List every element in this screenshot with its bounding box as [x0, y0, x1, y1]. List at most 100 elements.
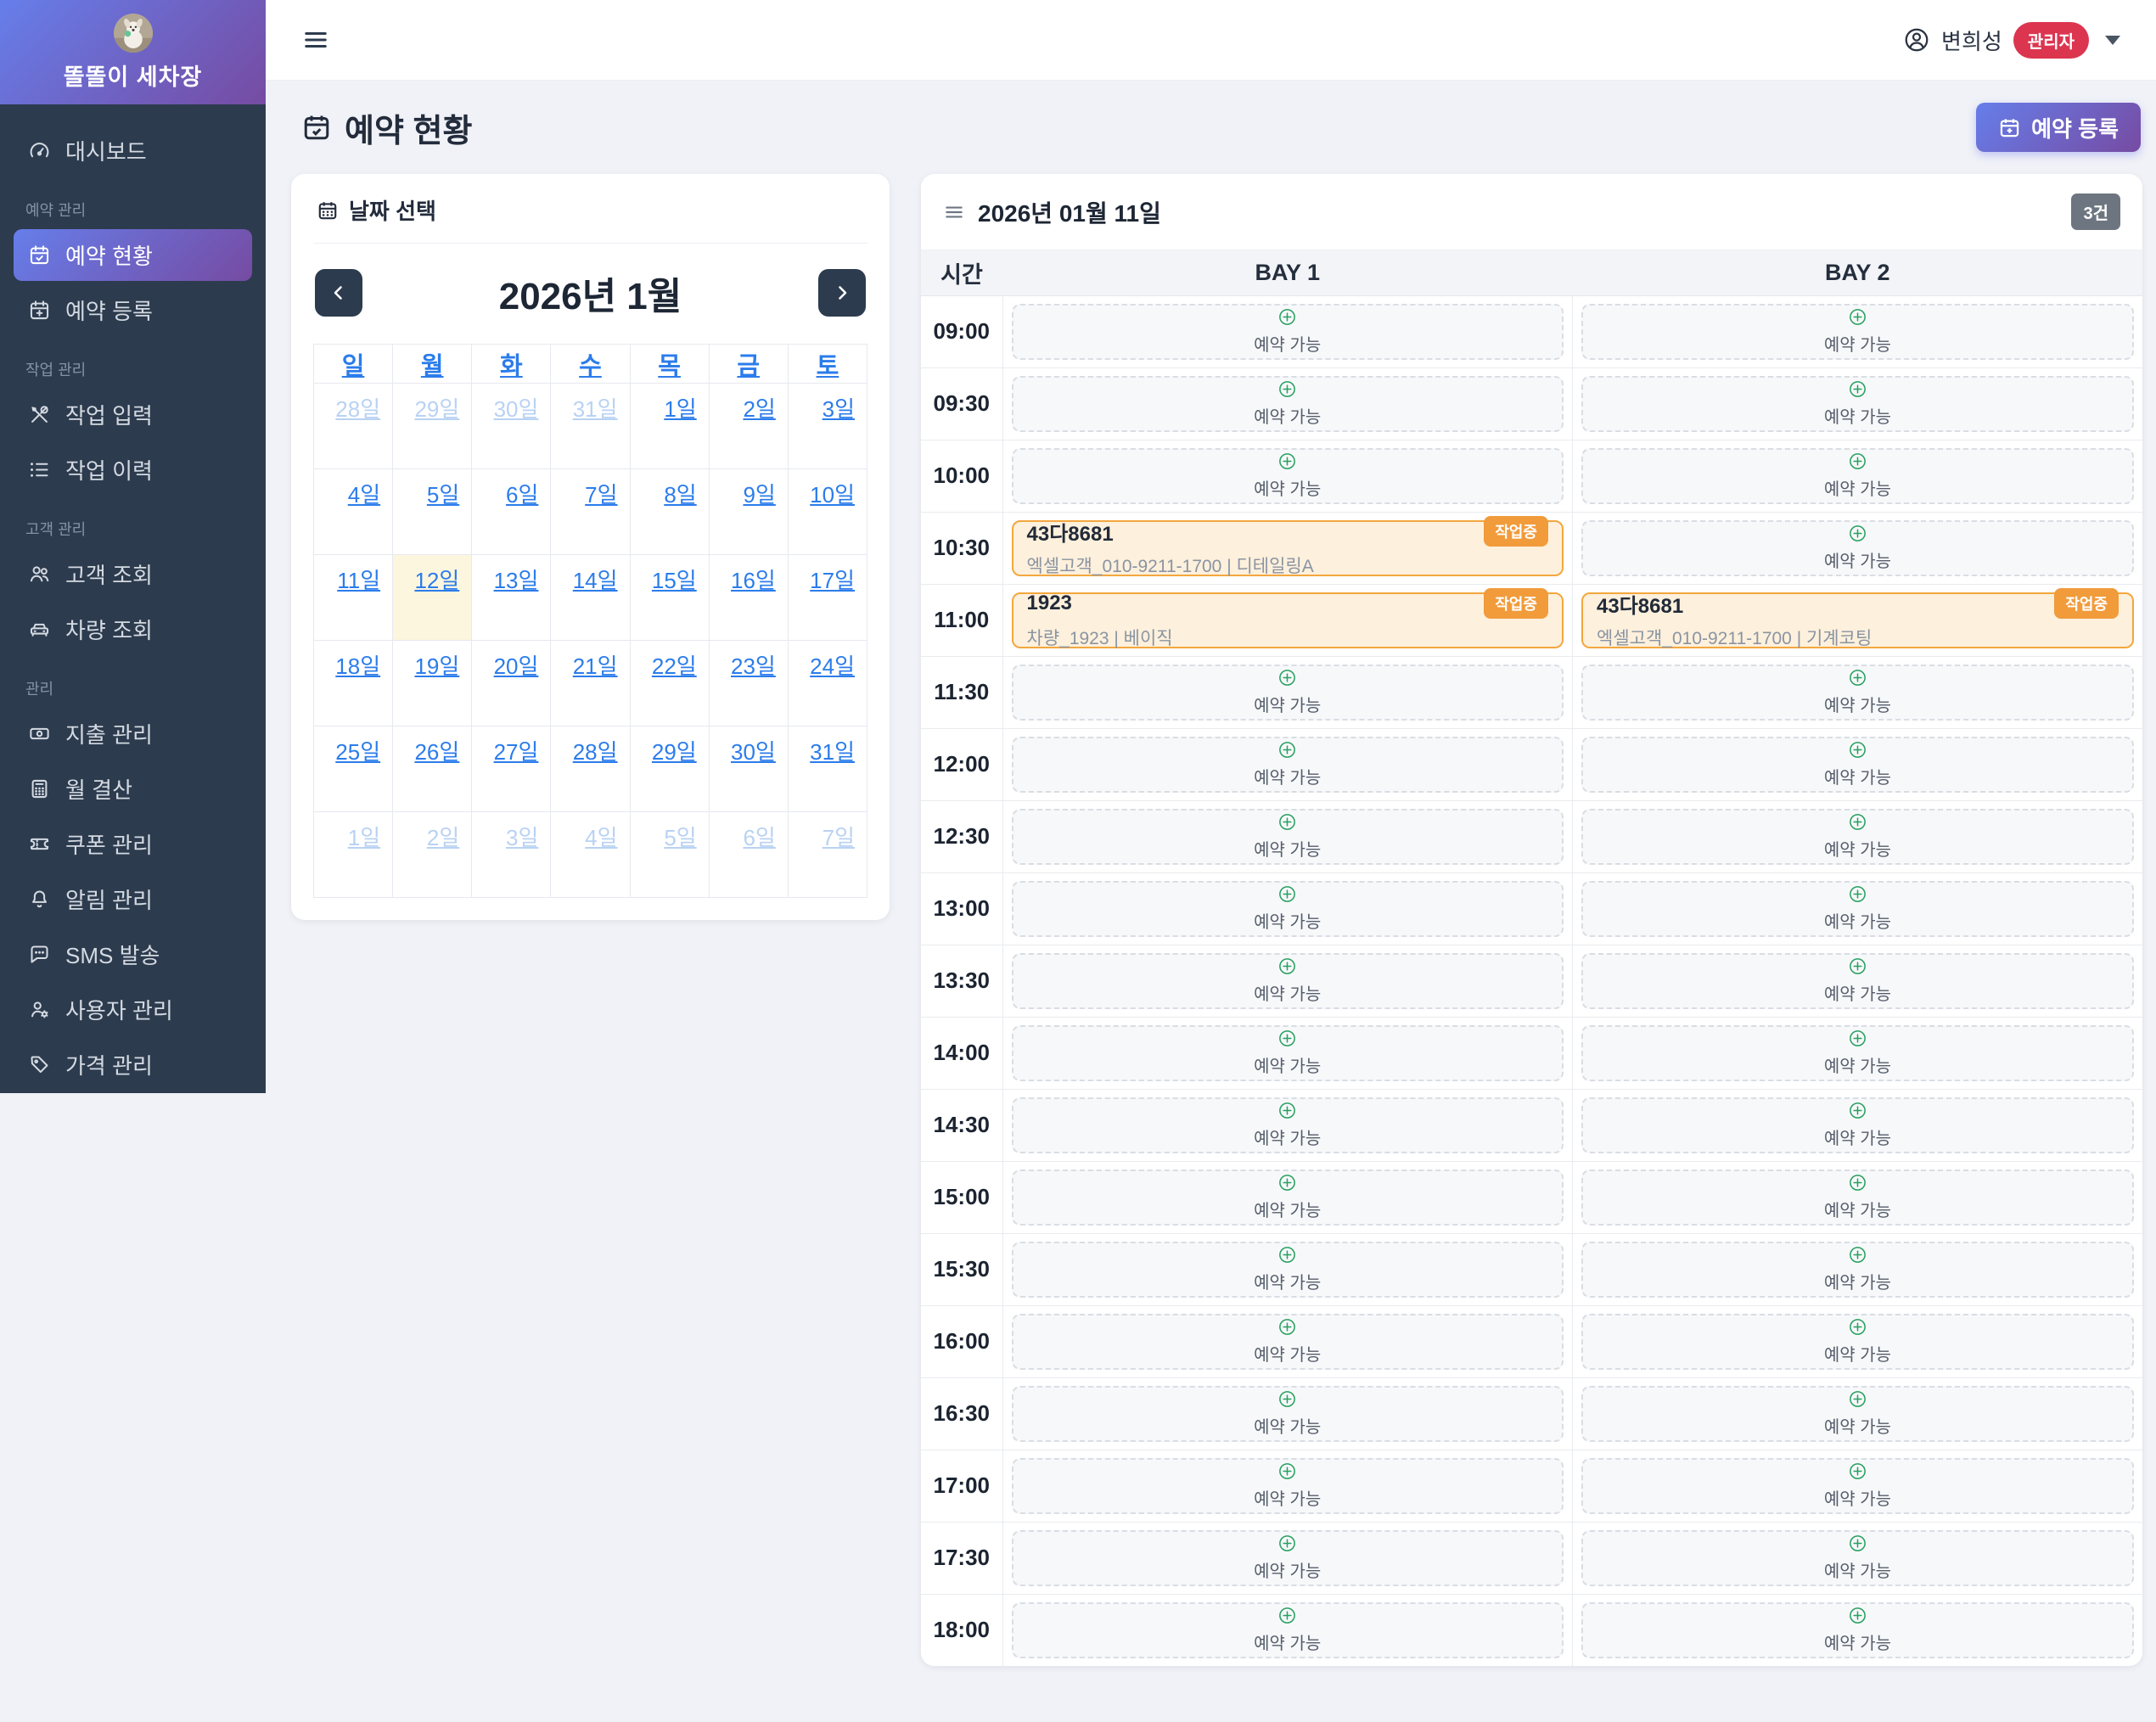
calendar-day-link[interactable]: 27일: [494, 739, 539, 765]
available-slot-button[interactable]: 예약 가능: [1581, 447, 2134, 504]
calendar-day-link[interactable]: 22일: [652, 653, 697, 679]
calendar-day-cell[interactable]: 29일: [629, 726, 710, 812]
calendar-day-cell[interactable]: 1일: [629, 383, 710, 469]
available-slot-button[interactable]: 예약 가능: [1581, 1529, 2134, 1586]
sidebar-item-chat[interactable]: SMS 발송: [14, 928, 252, 980]
calendar-day-link[interactable]: 11일: [337, 568, 380, 593]
calendar-day-cell[interactable]: 31일: [550, 383, 631, 469]
calendar-day-cell[interactable]: 6일: [471, 468, 552, 555]
calendar-day-link[interactable]: 6일: [506, 482, 538, 508]
calendar-day-cell[interactable]: 18일: [312, 640, 394, 726]
sidebar-item-tag[interactable]: 가격 관리: [14, 1039, 252, 1091]
available-slot-button[interactable]: 예약 가능: [1011, 1169, 1564, 1226]
user-area[interactable]: 변희성 관리자: [1903, 21, 2120, 59]
calendar-day-link[interactable]: 7일: [585, 482, 617, 508]
available-slot-button[interactable]: 예약 가능: [1581, 952, 2134, 1009]
calendar-day-cell[interactable]: 1일: [312, 811, 394, 898]
calendar-day-link[interactable]: 8일: [664, 482, 696, 508]
sidebar-item-user-gear[interactable]: 사용자 관리: [14, 984, 252, 1035]
calendar-day-cell[interactable]: 3일: [471, 811, 552, 898]
available-slot-button[interactable]: 예약 가능: [1581, 1241, 2134, 1298]
available-slot-button[interactable]: 예약 가능: [1011, 808, 1564, 865]
available-slot-button[interactable]: 예약 가능: [1011, 1601, 1564, 1658]
calendar-day-cell[interactable]: 11일: [312, 554, 394, 641]
next-month-button[interactable]: [817, 269, 866, 317]
calendar-day-link[interactable]: 21일: [573, 653, 618, 679]
available-slot-button[interactable]: 예약 가능: [1011, 880, 1564, 937]
calendar-weekday-label[interactable]: 수: [579, 353, 602, 380]
calendar-weekday-label[interactable]: 토: [817, 353, 839, 380]
calendar-day-link[interactable]: 12일: [414, 568, 459, 593]
calendar-weekday-label[interactable]: 일: [342, 353, 365, 380]
calendar-day-cell[interactable]: 9일: [708, 468, 789, 555]
available-slot-button[interactable]: 예약 가능: [1581, 1457, 2134, 1514]
available-slot-button[interactable]: 예약 가능: [1581, 1601, 2134, 1658]
booking-card[interactable]: 43다8681 작업중 엑셀고객_010-9211-1700 | 기계코팅: [1581, 588, 2134, 648]
sidebar-item-ticket[interactable]: 쿠폰 관리: [14, 818, 252, 870]
calendar-day-cell[interactable]: 4일: [312, 468, 394, 555]
sidebar-item-banknote[interactable]: 지출 관리: [14, 708, 252, 760]
calendar-day-link[interactable]: 10일: [810, 482, 855, 508]
calendar-day-cell[interactable]: 31일: [787, 726, 868, 812]
calendar-day-link[interactable]: 16일: [731, 568, 776, 593]
calendar-day-cell[interactable]: 14일: [550, 554, 631, 641]
calendar-weekday-label[interactable]: 월: [421, 353, 444, 380]
available-slot-button[interactable]: 예약 가능: [1581, 1313, 2134, 1370]
calendar-day-cell[interactable]: 8일: [629, 468, 710, 555]
booking-card[interactable]: 1923 작업중 차량_1923 | 베이직: [1011, 588, 1564, 648]
calendar-day-cell[interactable]: 3일: [787, 383, 868, 469]
calendar-day-link[interactable]: 9일: [743, 482, 775, 508]
available-slot-button[interactable]: 예약 가능: [1581, 1097, 2134, 1153]
available-slot-button[interactable]: 예약 가능: [1581, 303, 2134, 360]
calendar-day-link[interactable]: 29일: [414, 396, 459, 422]
calendar-day-cell[interactable]: 4일: [550, 811, 631, 898]
available-slot-button[interactable]: 예약 가능: [1011, 1097, 1564, 1153]
available-slot-button[interactable]: 예약 가능: [1011, 1385, 1564, 1442]
calendar-day-link[interactable]: 31일: [573, 396, 618, 422]
calendar-day-link[interactable]: 24일: [810, 653, 855, 679]
sidebar-item-calendar-plus[interactable]: 예약 등록: [14, 284, 252, 336]
available-slot-button[interactable]: 예약 가능: [1011, 952, 1564, 1009]
calendar-day-link[interactable]: 1일: [348, 825, 380, 850]
calendar-day-link[interactable]: 13일: [494, 568, 539, 593]
calendar-day-cell[interactable]: 20일: [471, 640, 552, 726]
available-slot-button[interactable]: 예약 가능: [1011, 736, 1564, 793]
calendar-day-link[interactable]: 4일: [585, 825, 617, 850]
calendar-day-cell[interactable]: 16일: [708, 554, 789, 641]
available-slot-button[interactable]: 예약 가능: [1581, 880, 2134, 937]
booking-card[interactable]: 43다8681 작업중 엑셀고객_010-9211-1700 | 디테일링A: [1011, 516, 1564, 576]
available-slot-button[interactable]: 예약 가능: [1011, 1529, 1564, 1586]
calendar-day-link[interactable]: 31일: [810, 739, 855, 765]
available-slot-button[interactable]: 예약 가능: [1011, 1457, 1564, 1514]
sidebar-item-calendar-check[interactable]: 예약 현황: [14, 229, 252, 281]
available-slot-button[interactable]: 예약 가능: [1011, 303, 1564, 360]
calendar-day-link[interactable]: 20일: [494, 653, 539, 679]
calendar-day-link[interactable]: 28일: [573, 739, 618, 765]
sidebar-item-gauge[interactable]: 대시보드: [14, 125, 252, 177]
calendar-day-link[interactable]: 29일: [652, 739, 697, 765]
calendar-day-cell[interactable]: 23일: [708, 640, 789, 726]
calendar-day-cell[interactable]: 2일: [708, 383, 789, 469]
calendar-day-link[interactable]: 23일: [731, 653, 776, 679]
calendar-day-cell[interactable]: 7일: [550, 468, 631, 555]
calendar-day-cell[interactable]: 21일: [550, 640, 631, 726]
available-slot-button[interactable]: 예약 가능: [1581, 1024, 2134, 1081]
sidebar-item-bell[interactable]: 알림 관리: [14, 873, 252, 925]
calendar-day-link[interactable]: 26일: [414, 739, 459, 765]
calendar-day-cell[interactable]: 2일: [392, 811, 473, 898]
available-slot-button[interactable]: 예약 가능: [1581, 808, 2134, 865]
calendar-day-cell[interactable]: 12일: [392, 554, 473, 641]
available-slot-button[interactable]: 예약 가능: [1011, 664, 1564, 721]
available-slot-button[interactable]: 예약 가능: [1581, 1385, 2134, 1442]
calendar-day-link[interactable]: 5일: [427, 482, 459, 508]
available-slot-button[interactable]: 예약 가능: [1011, 1241, 1564, 1298]
calendar-day-cell[interactable]: 17일: [787, 554, 868, 641]
calendar-day-link[interactable]: 30일: [731, 739, 776, 765]
calendar-day-cell[interactable]: 13일: [471, 554, 552, 641]
calendar-weekday-label[interactable]: 목: [658, 353, 681, 380]
calendar-day-cell[interactable]: 28일: [312, 383, 394, 469]
available-slot-button[interactable]: 예약 가능: [1581, 736, 2134, 793]
available-slot-button[interactable]: 예약 가능: [1581, 519, 2134, 576]
calendar-day-link[interactable]: 14일: [573, 568, 618, 593]
calendar-day-cell[interactable]: 24일: [787, 640, 868, 726]
